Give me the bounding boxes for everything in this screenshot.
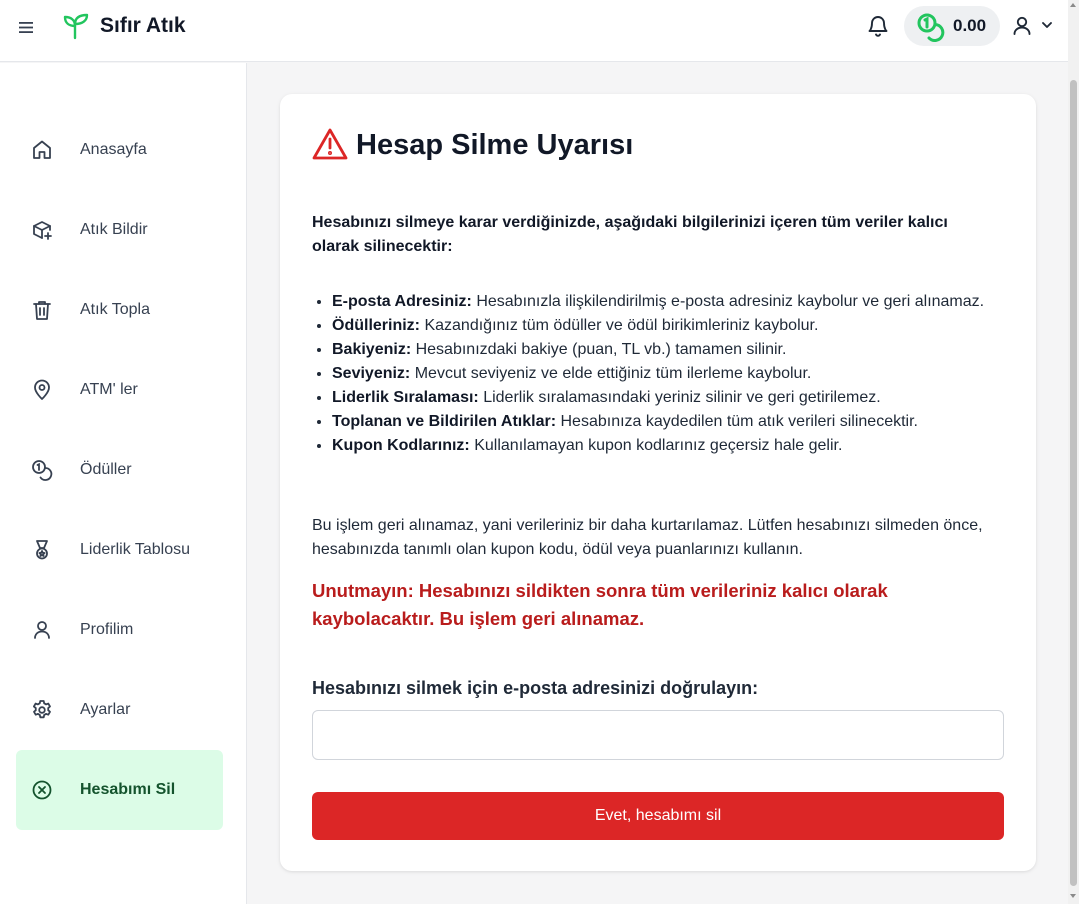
list-item: Seviyeniz: Mevcut seviyeniz ve elde etti… [332,362,992,386]
top-header: Sıfır Atık 0.00 [0,0,1068,62]
list-item-term: Ödülleriniz: [332,317,420,334]
list-item-term: E-posta Adresiniz: [332,293,472,310]
sidebar-item-atik-topla[interactable]: Atık Topla [16,270,223,350]
list-item-term: Seviyeniz: [332,365,411,382]
list-item-text: Mevcut seviyeniz ve elde ettiğiniz tüm i… [414,365,812,382]
sidebar-item-label: Atık Topla [80,301,150,318]
sidebar-item-hesabimi-sil[interactable]: Hesabımı Sil [16,750,223,830]
delete-account-card: Hesap Silme Uyarısı Hesabınızı silmeye k… [280,94,1036,871]
user-icon [30,618,54,642]
confirm-delete-button[interactable]: Evet, hesabımı sil [312,792,1004,840]
sidebar-item-label: ATM' ler [80,381,138,398]
list-item: Bakiyeniz: Hesabınızdaki bakiye (puan, T… [332,338,992,362]
reminder-strong: Unutmayın: [312,580,414,601]
list-item-term: Kupon Kodlarınız: [332,437,470,454]
sidebar-item-profilim[interactable]: Profilim [16,590,223,670]
sidebar: Anasayfa Atık Bildir Atık Topla ATM' ler… [0,63,247,904]
list-item-text: Kazandığınız tüm ödüller ve ödül birikim… [424,317,819,334]
coins-icon [30,458,54,482]
list-item-text: Hesabınızdaki bakiye (puan, TL vb.) tama… [415,341,787,358]
list-item-text: Kullanılamayan kupon kodlarınız geçersiz… [474,437,843,454]
scroll-up-arrow-icon[interactable] [1070,3,1076,7]
list-item-text: Liderlik sıralamasındaki yeriniz silinir… [483,389,881,406]
sidebar-item-label: Hesabımı Sil [80,781,176,798]
list-item-term: Liderlik Sıralaması: [332,389,479,406]
intro-text: Hesabınızı silmeye karar verdiğinizde, a… [312,214,948,255]
bell-icon[interactable] [866,13,890,39]
sidebar-item-label: Ayarlar [80,701,131,718]
user-menu[interactable] [1010,12,1056,40]
gear-icon [30,698,54,722]
sidebar-item-label: Atık Bildir [80,221,148,238]
sidebar-item-ayarlar[interactable]: Ayarlar [16,670,223,750]
balance-amount: 0.00 [953,16,987,35]
scrollbar-thumb[interactable] [1070,80,1077,886]
coins-icon [916,12,948,42]
sidebar-item-oduller[interactable]: Ödüller [16,430,223,510]
medal-icon [30,538,54,562]
list-item-term: Toplanan ve Bildirilen Atıklar: [332,413,557,430]
x-circle-icon [30,778,54,802]
reminder-warning: Unutmayın: Hesabınızı sildikten sonra tü… [312,577,1002,633]
list-item: Ödülleriniz: Kazandığınız tüm ödüller ve… [332,314,992,338]
list-item: Kupon Kodlarınız: Kullanılamayan kupon k… [332,434,992,458]
sidebar-item-label: Anasayfa [80,141,147,158]
confirm-email-input[interactable] [312,710,1004,760]
confirm-email-label: Hesabınızı silmek için e-posta adresiniz… [312,678,759,698]
warning-triangle-icon [312,127,348,161]
list-item-text: Hesabınızla ilişkilendirilmiş e-posta ad… [476,293,985,310]
sidebar-item-atmler[interactable]: ATM' ler [16,350,223,430]
irreversible-note: Bu işlem geri alınamaz, yani verileriniz… [312,517,983,558]
map-pin-icon [30,378,54,402]
trash-icon [30,298,54,322]
list-item: Liderlik Sıralaması: Liderlik sıralaması… [332,386,992,410]
balance-pill[interactable]: 0.00 [904,6,1000,46]
sidebar-item-label: Liderlik Tablosu [80,541,190,558]
sidebar-item-label: Ödüller [80,461,132,478]
list-item: Toplanan ve Bildirilen Atıklar: Hesabını… [332,410,992,434]
box-plus-icon [30,218,54,242]
list-item-text: Hesabınıza kaydedilen tüm atık verileri … [560,413,919,430]
page-scrollbar[interactable] [1068,0,1079,904]
scroll-down-arrow-icon[interactable] [1070,894,1076,898]
deleted-data-list: E-posta Adresiniz: Hesabınızla ilişkilen… [332,290,992,458]
sprout-logo-icon [63,12,89,40]
list-item-term: Bakiyeniz: [332,341,412,358]
sidebar-item-anasayfa[interactable]: Anasayfa [16,110,223,190]
sidebar-item-label: Profilim [80,621,134,638]
menu-icon[interactable] [17,18,35,36]
sidebar-item-atik-bildir[interactable]: Atık Bildir [16,190,223,270]
brand-name[interactable]: Sıfır Atık [100,12,186,40]
page-title: Hesap Silme Uyarısı [356,129,634,161]
home-icon [30,138,54,162]
list-item: E-posta Adresiniz: Hesabınızla ilişkilen… [332,290,992,314]
sidebar-item-liderlik-tablosu[interactable]: Liderlik Tablosu [16,510,223,590]
